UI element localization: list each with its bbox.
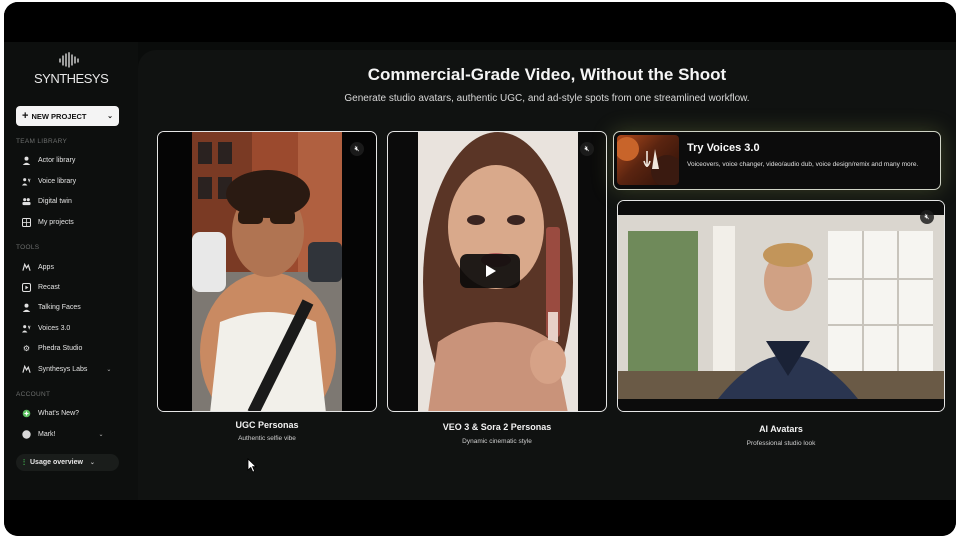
ai-avatars-card[interactable]: 🔇︎ — [617, 200, 945, 412]
mute-icon[interactable]: 🔇︎ — [350, 142, 364, 156]
sparkle-icon — [22, 409, 31, 418]
sidebar-item-voices-3[interactable]: Voices 3.0 — [22, 321, 70, 335]
sidebar-item-label: Phedra Studio — [38, 344, 83, 352]
sidebar-item-label: Actor library — [38, 156, 76, 164]
sidebar-item-account-mark[interactable]: Mark! ⌄ — [22, 427, 104, 441]
sidebar-item-label: Voice library — [38, 177, 77, 185]
waveform-logo-icon — [59, 52, 79, 68]
page-subtitle: Generate studio avatars, authentic UGC, … — [344, 93, 750, 104]
new-project-button[interactable]: + NEW PROJECT ⌄ — [16, 106, 119, 126]
mouse-cursor-icon — [247, 458, 257, 473]
card-subtitle: Authentic selfie vibe — [238, 435, 296, 442]
sidebar-item-phedra-studio[interactable]: ⚙ Phedra Studio — [22, 341, 82, 355]
person-icon — [22, 156, 31, 165]
sidebar-item-label: Talking Faces — [38, 303, 81, 311]
brand-logo[interactable]: SYNTHESYS — [34, 52, 109, 86]
card-title: UGC Personas — [235, 420, 299, 430]
card-title: VEO 3 & Sora 2 Personas — [442, 422, 552, 432]
sidebar-item-synthesys-labs[interactable]: Synthesys Labs ⌄ — [22, 362, 111, 376]
sidebar-item-label: Synthesys Labs — [38, 365, 88, 373]
sidebar-item-label: What's New? — [38, 409, 80, 417]
voice-people-icon — [22, 324, 31, 333]
apps-icon — [22, 262, 31, 272]
voices-promo-title: Try Voices 3.0 — [687, 142, 760, 154]
sidebar-item-label: Digital twin — [38, 197, 72, 205]
card-subtitle: Professional studio look — [746, 440, 816, 447]
voice-people-icon — [22, 177, 31, 186]
video-frame: SYNTHESYS + NEW PROJECT ⌄ TEAM LIBRARY A… — [4, 2, 956, 536]
sidebar-item-digital-twin[interactable]: Digital twin — [22, 194, 72, 208]
play-button[interactable] — [460, 254, 520, 288]
page-title: Commercial-Grade Video, Without the Shoo… — [367, 65, 727, 84]
mute-icon[interactable]: 🔇︎ — [920, 210, 934, 224]
sidebar-item-voice-library[interactable]: Voice library — [22, 174, 76, 188]
top-letterbox — [4, 2, 956, 42]
twin-icon — [22, 197, 31, 206]
new-project-label: NEW PROJECT — [31, 111, 87, 121]
sidebar-item-apps[interactable]: Apps — [22, 260, 54, 274]
sidebar: SYNTHESYS + NEW PROJECT ⌄ TEAM LIBRARY A… — [4, 42, 138, 500]
labs-icon — [22, 364, 31, 374]
ugc-video-thumbnail — [158, 132, 376, 411]
mute-icon[interactable]: 🔇︎ — [580, 142, 594, 156]
sidebar-item-recast[interactable]: Recast — [22, 280, 60, 294]
chevron-down-icon: ⌄ — [89, 460, 95, 466]
section-account: ACCOUNT — [16, 391, 51, 398]
bottom-letterbox — [4, 500, 956, 536]
sidebar-item-talking-faces[interactable]: Talking Faces — [22, 300, 81, 314]
sidebar-item-label: Voices 3.0 — [38, 324, 71, 332]
sidebar-item-label: My projects — [38, 218, 74, 226]
voices-promo-description: Voiceovers, voice changer, video/audio d… — [687, 161, 919, 168]
veo-sora-personas-card[interactable]: 🔇︎ — [387, 131, 607, 412]
card-subtitle: Dynamic cinematic style — [462, 438, 532, 445]
person-icon — [22, 303, 31, 312]
sidebar-item-whats-new[interactable]: What's New? — [22, 406, 79, 420]
plus-icon: + — [22, 110, 29, 122]
chevron-down-icon: ⌄ — [107, 113, 113, 120]
gear-icon: ⚙ — [22, 343, 31, 353]
voices-thumbnail — [617, 135, 679, 185]
chevron-down-icon: ⌄ — [98, 431, 104, 438]
usage-label: Usage overview — [30, 459, 83, 466]
sidebar-item-my-projects[interactable]: My projects — [22, 215, 74, 229]
chevron-down-icon: ⌄ — [106, 366, 112, 373]
try-voices-promo[interactable]: Try Voices 3.0 Voiceovers, voice changer… — [613, 131, 941, 190]
main-content: Commercial-Grade Video, Without the Shoo… — [138, 50, 956, 500]
ugc-personas-card[interactable]: 🔇︎ — [157, 131, 377, 412]
grid-icon — [22, 217, 31, 227]
sidebar-item-label: Apps — [38, 263, 54, 271]
brand-name: SYNTHESYS — [34, 71, 109, 86]
usage-chart-icon: ⫶ — [23, 457, 25, 467]
sidebar-item-label: Mark! — [38, 430, 56, 438]
card-title: AI Avatars — [759, 424, 803, 434]
recast-icon — [22, 282, 31, 292]
play-icon — [486, 265, 496, 277]
avatar-video-thumbnail — [618, 201, 944, 411]
sidebar-item-actor-library[interactable]: Actor library — [22, 153, 75, 167]
sidebar-item-label: Recast — [38, 283, 60, 291]
section-tools: TOOLS — [16, 244, 40, 251]
synthesys-app: SYNTHESYS + NEW PROJECT ⌄ TEAM LIBRARY A… — [4, 42, 956, 500]
usage-overview-button[interactable]: ⫶ Usage overview ⌄ — [16, 454, 119, 471]
section-team-library: TEAM LIBRARY — [16, 138, 68, 145]
avatar-icon — [22, 429, 31, 439]
